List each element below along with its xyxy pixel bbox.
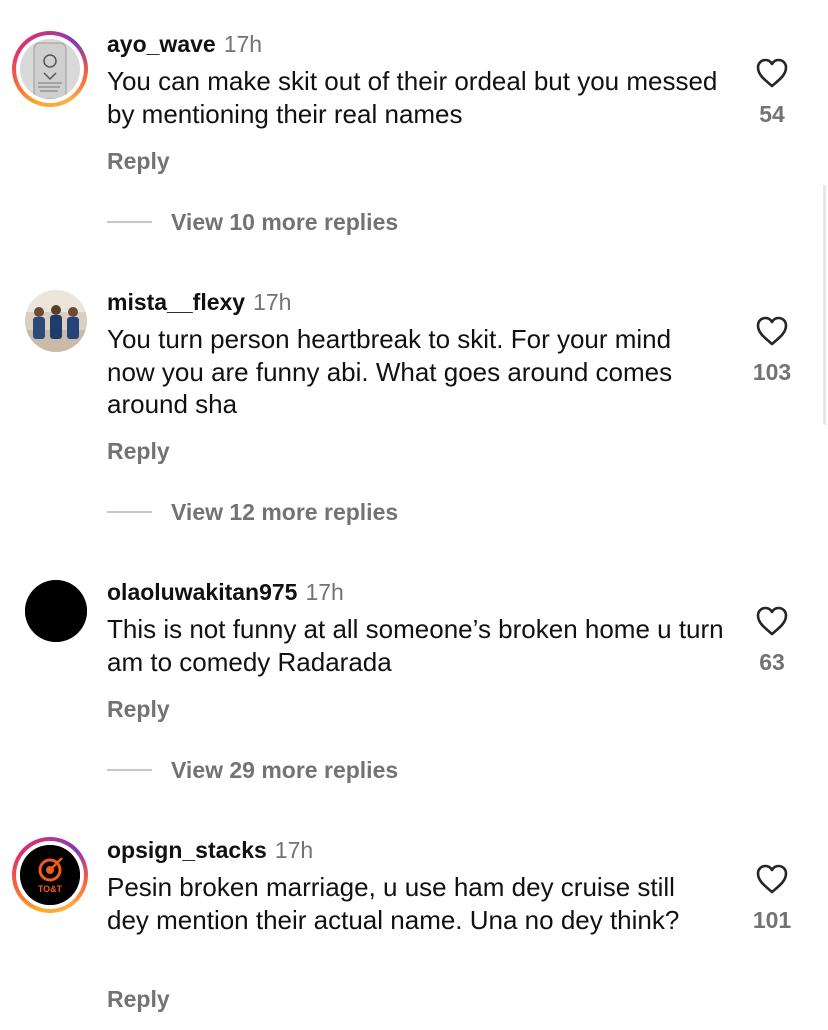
reply-button[interactable]: Reply	[107, 438, 170, 465]
like-area: 103	[740, 315, 804, 386]
avatar-story-ring[interactable]	[12, 31, 88, 107]
username-link[interactable]: mista__flexy	[107, 289, 245, 315]
reply-button[interactable]: Reply	[107, 986, 170, 1013]
avatar[interactable]	[25, 290, 87, 352]
reply-button[interactable]: Reply	[107, 148, 170, 175]
reply-button[interactable]: Reply	[107, 696, 170, 723]
like-area: 54	[740, 57, 804, 128]
profile-photo-icon	[20, 39, 80, 99]
heart-outline-icon[interactable]	[755, 605, 789, 637]
comment-text: You can make skit out of their ordeal bu…	[107, 66, 718, 129]
divider-line	[107, 511, 152, 513]
view-more-replies-label: View 29 more replies	[171, 756, 399, 783]
view-more-replies[interactable]: View 12 more replies	[107, 497, 398, 527]
comment-time: 17h	[223, 31, 263, 57]
heart-outline-icon[interactable]	[755, 863, 789, 895]
comment-time: 17h	[253, 289, 292, 315]
comment-text: You turn person heartbreak to skit. For …	[107, 324, 673, 419]
avatar-story-ring[interactable]: TO&T	[12, 837, 88, 913]
like-area: 101	[740, 863, 804, 934]
avatar	[20, 39, 80, 99]
comment-header: olaoluwakitan975 17h	[107, 578, 344, 606]
comment-header: ayo_wave 17h	[107, 30, 262, 58]
view-more-replies-label: View 10 more replies	[171, 208, 399, 235]
comment-item: ayo_wave 17h You can make skit out of the…	[0, 0, 828, 250]
like-count: 103	[752, 359, 792, 385]
profile-photo-icon	[25, 580, 87, 642]
comment-time: 17h	[305, 579, 344, 605]
heart-outline-icon[interactable]	[755, 57, 789, 89]
avatar: TO&T	[20, 845, 80, 905]
comment-header: mista__flexy 17h	[107, 288, 291, 316]
heart-outline-icon[interactable]	[755, 315, 789, 347]
like-count: 101	[752, 907, 792, 933]
username-link[interactable]: olaoluwakitan975	[107, 579, 297, 605]
comment-text: This is not funny at all someone’s broke…	[107, 614, 724, 677]
username-link[interactable]: opsign_stacks	[107, 837, 267, 863]
avatar-logo-text: TO&T	[38, 884, 63, 894]
username-link[interactable]: ayo_wave	[107, 31, 216, 57]
comment-time: 17h	[274, 837, 314, 863]
like-area: 63	[740, 605, 804, 676]
like-count: 54	[759, 101, 785, 127]
like-count: 63	[759, 649, 785, 675]
scrollbar[interactable]	[823, 185, 826, 425]
divider-line	[107, 221, 152, 223]
avatar[interactable]	[25, 580, 87, 642]
view-more-replies-label: View 12 more replies	[171, 498, 399, 525]
view-more-replies[interactable]: View 10 more replies	[107, 207, 398, 237]
avatar-ring-gap: TO&T	[16, 841, 84, 909]
target-logo-icon: TO&T	[20, 845, 80, 905]
profile-photo-icon	[25, 290, 87, 352]
comment-text: Pesin broken marriage, u use ham dey cru…	[107, 872, 680, 935]
divider-line	[107, 769, 152, 771]
comment-header: opsign_stacks 17h	[107, 836, 313, 864]
view-more-replies[interactable]: View 29 more replies	[107, 755, 398, 785]
avatar-ring-gap	[16, 35, 84, 103]
